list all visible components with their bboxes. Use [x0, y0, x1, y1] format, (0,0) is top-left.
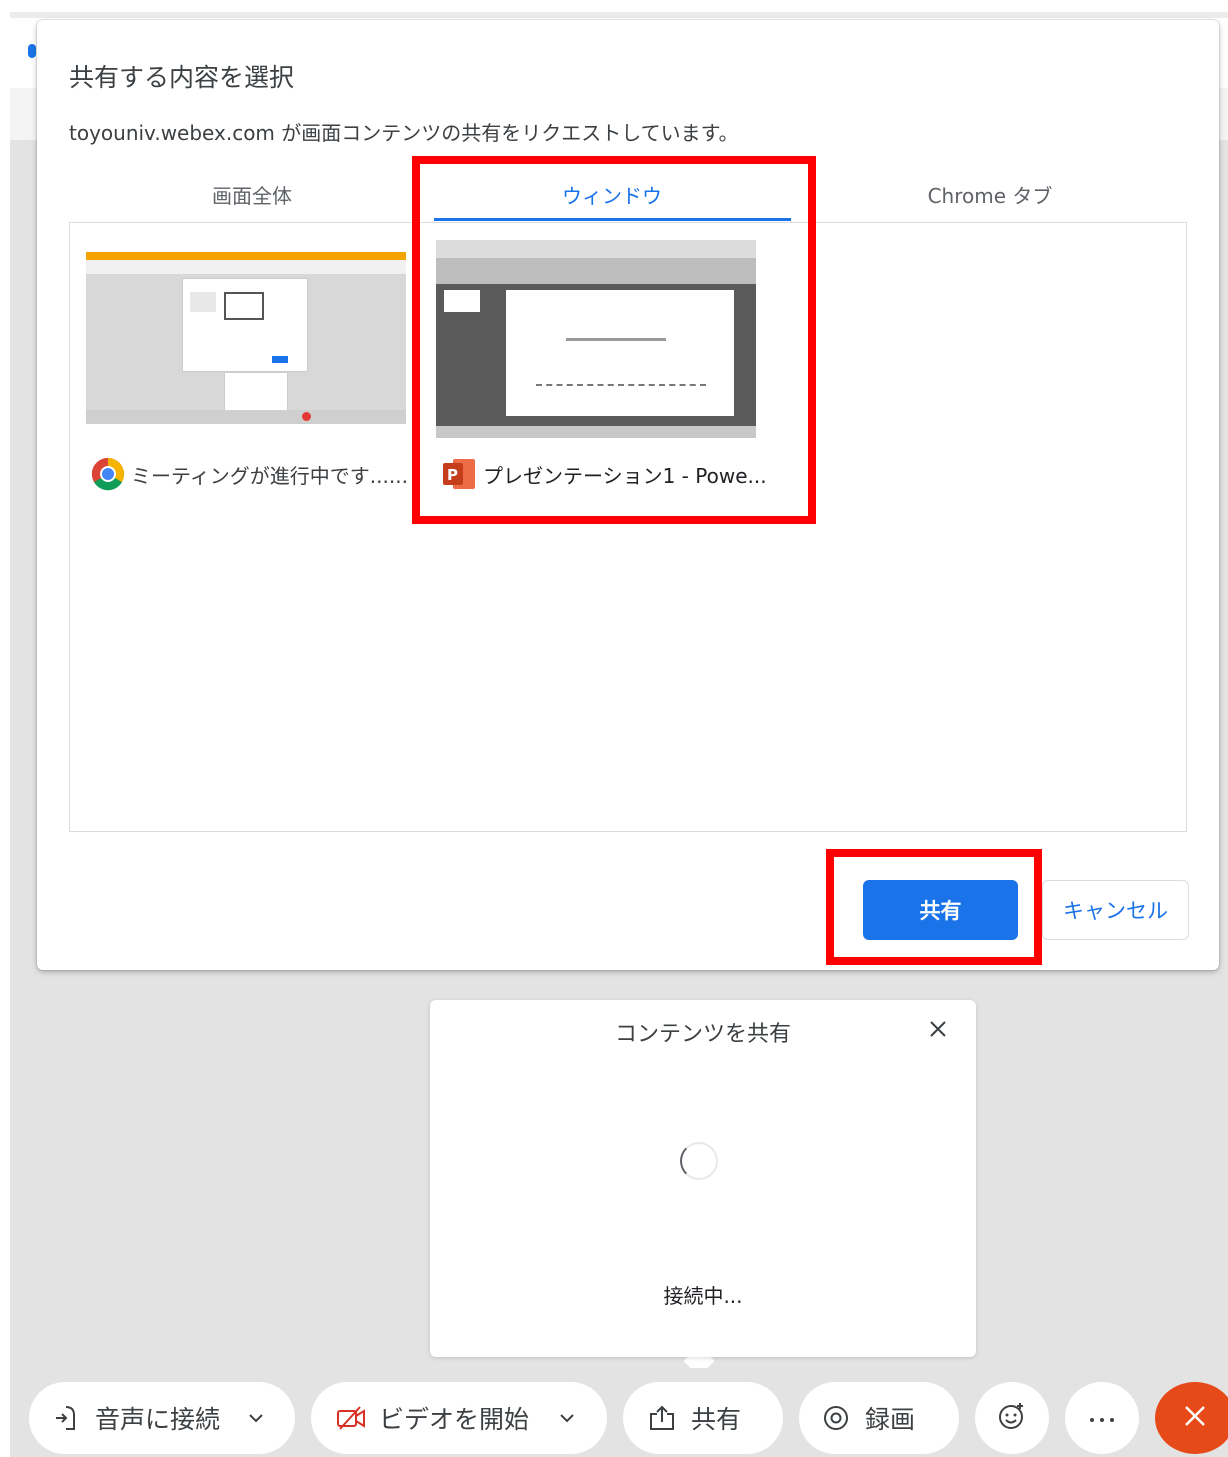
cancel-button[interactable]: キャンセル	[1042, 880, 1189, 940]
audio-connect-button[interactable]: 音声に接続	[29, 1382, 295, 1454]
start-video-label: ビデオを開始	[379, 1405, 530, 1434]
chevron-down-icon[interactable]	[246, 1413, 266, 1423]
share-button[interactable]: 共有	[863, 880, 1018, 940]
share-picker-dialog: 共有する内容を選択 toyouniv.webex.com が画面コンテンツの共有…	[37, 20, 1219, 970]
window-item-chrome[interactable]: ミーティングが進行中です......	[91, 457, 408, 491]
record-button[interactable]: 録画	[799, 1382, 959, 1454]
tab-entire-screen[interactable]: 画面全体	[147, 180, 357, 209]
reactions-button[interactable]	[975, 1382, 1049, 1454]
audio-connect-label: 音声に接続	[95, 1405, 221, 1434]
active-tab-indicator	[434, 218, 791, 221]
popover-title: コンテンツを共有	[614, 1022, 791, 1047]
svg-text:P: P	[447, 466, 458, 484]
share-toolbar-label: 共有	[691, 1405, 742, 1434]
tab-window[interactable]: ウィンドウ	[507, 180, 717, 209]
window-thumbnail-powerpoint[interactable]	[436, 240, 756, 438]
record-label: 録画	[865, 1405, 916, 1434]
leave-meeting-button[interactable]	[1155, 1382, 1228, 1454]
window-item-label: プレゼンテーション1 - Powe...	[483, 463, 767, 488]
share-toolbar-button[interactable]: 共有	[623, 1382, 783, 1454]
window-thumbnail-chrome[interactable]	[86, 252, 406, 424]
video-off-icon	[335, 1403, 367, 1433]
app-top-border	[10, 12, 1228, 18]
more-icon	[1087, 1409, 1117, 1428]
more-options-button[interactable]	[1065, 1382, 1139, 1454]
audio-connect-icon	[53, 1403, 81, 1433]
window-item-label: ミーティングが進行中です......	[131, 463, 408, 488]
emoji-icon	[997, 1401, 1027, 1435]
powerpoint-icon: P	[441, 457, 477, 491]
dialog-subtitle: toyouniv.webex.com が画面コンテンツの共有をリクエストしていま…	[69, 121, 739, 145]
tab-chrome-tab[interactable]: Chrome タブ	[875, 180, 1105, 209]
start-video-button[interactable]: ビデオを開始	[311, 1382, 607, 1454]
chrome-icon	[91, 457, 125, 491]
app-logo-fragment	[28, 44, 36, 58]
loading-spinner	[680, 1142, 718, 1180]
share-icon	[647, 1403, 677, 1433]
chevron-down-icon[interactable]	[557, 1413, 577, 1423]
window-item-powerpoint[interactable]: P プレゼンテーション1 - Powe...	[441, 457, 767, 491]
connecting-status: 接続中...	[663, 1284, 743, 1308]
close-icon	[1181, 1402, 1209, 1434]
share-content-popover: コンテンツを共有 接続中...	[430, 1000, 976, 1357]
record-icon	[821, 1403, 851, 1433]
close-icon[interactable]	[928, 1016, 948, 1046]
dialog-title: 共有する内容を選択	[69, 63, 295, 92]
